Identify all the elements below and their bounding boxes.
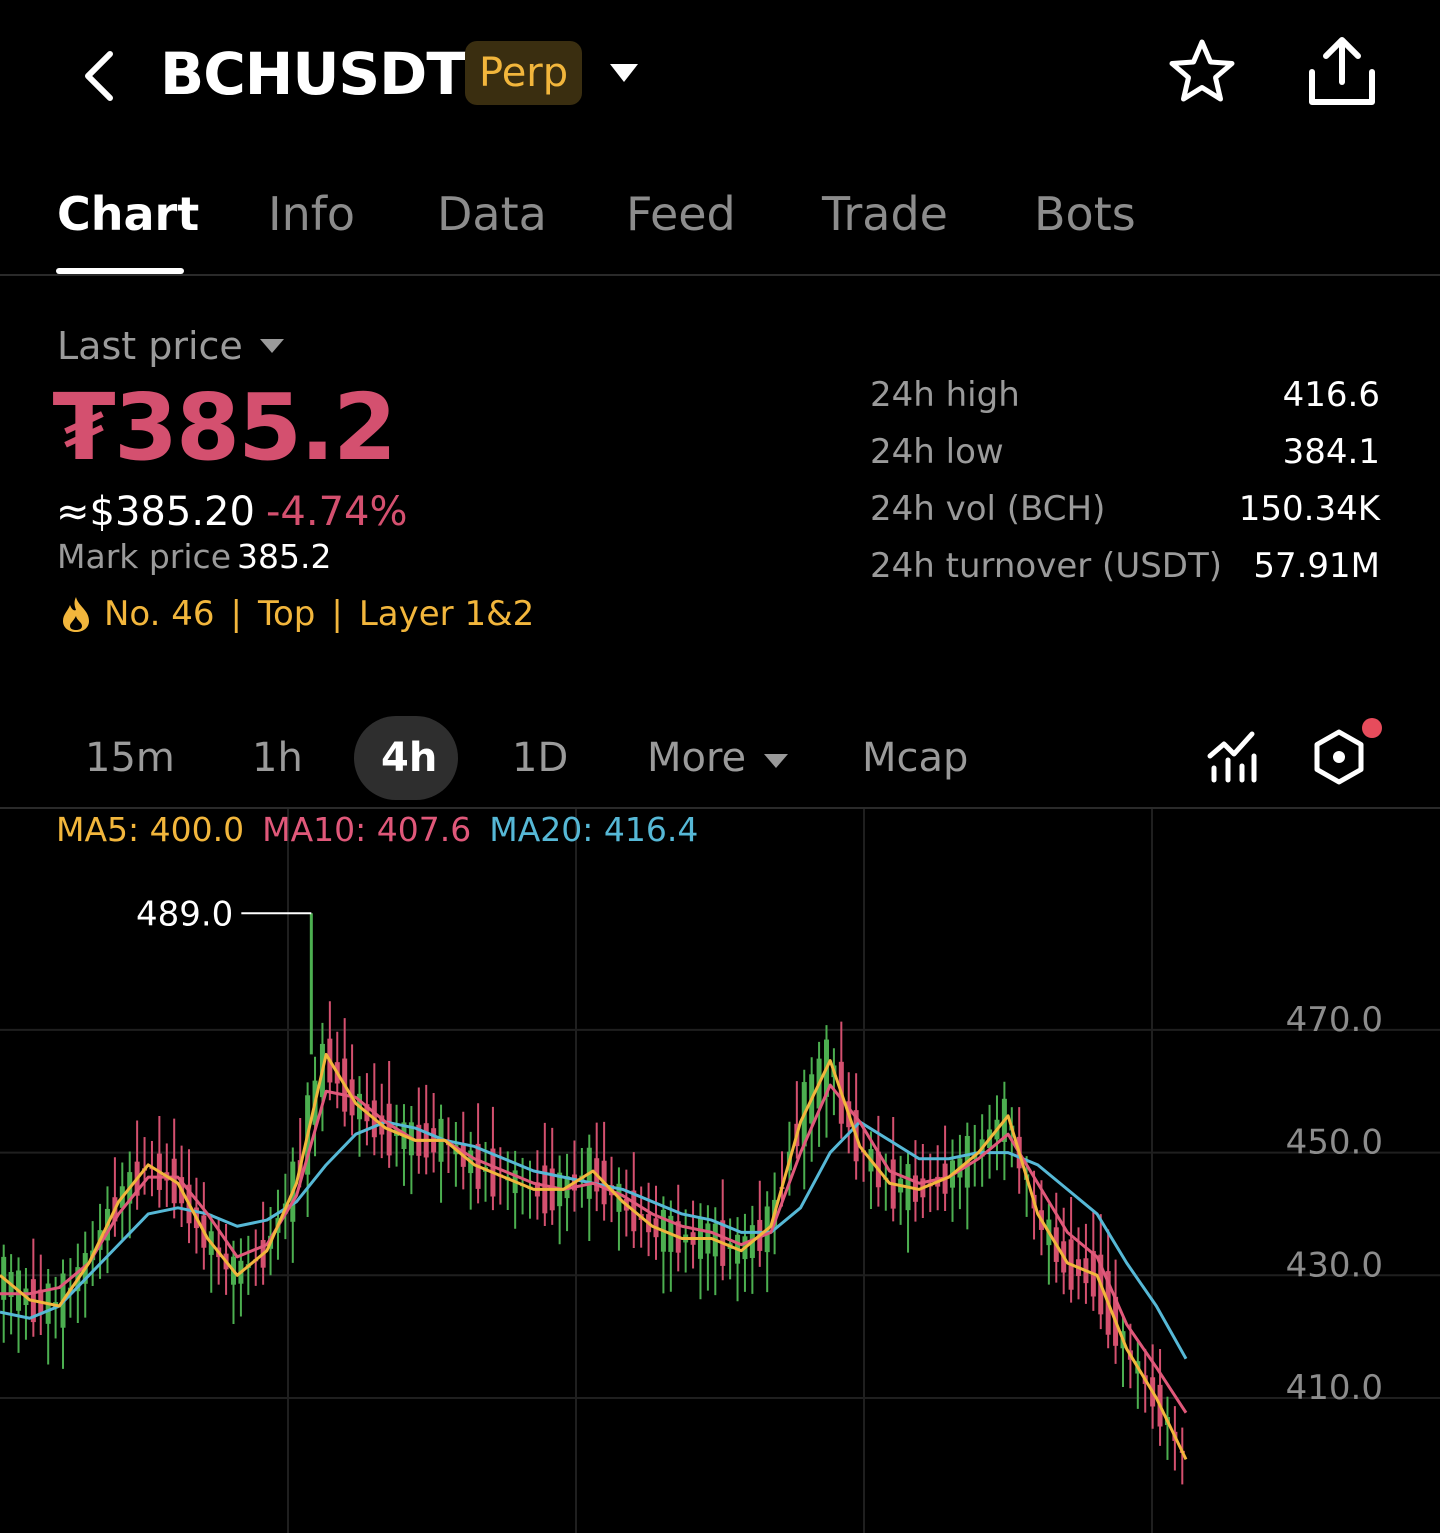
tab-data[interactable]: Data [437,186,547,242]
stat-value-volume: 150.34K [1238,489,1380,529]
caret-down-icon[interactable] [762,751,790,771]
last-price-label[interactable]: Last price [57,322,243,370]
hexagon-settings-icon [1314,729,1364,785]
back-button[interactable] [76,40,126,110]
interval-1d[interactable]: 1D [512,734,568,782]
mark-price-label: Mark price [57,537,231,576]
tab-feed[interactable]: Feed [626,186,736,242]
interval-mcap[interactable]: Mcap [862,734,968,782]
ma5-label: MA5: 400.0 [56,810,245,849]
usd-price: ≈$385.20 [56,489,255,535]
tabs-divider [0,274,1440,276]
symbol-title[interactable]: BCHUSDT [160,36,466,112]
ma20-label: MA20: 416.4 [489,810,699,849]
tags-row: No. 46 | Top | Layer 1&2 [58,592,534,636]
y-axis-label: 450.0 [1286,1123,1383,1163]
ma10-line [0,1083,1188,1414]
star-outline-icon [1169,39,1235,102]
ma20-line [0,1120,1188,1360]
share-icon [1309,37,1375,105]
stat-value-turnover: 57.91M [1253,546,1380,586]
interval-1h[interactable]: 1h [252,734,303,782]
share-button[interactable] [1302,34,1382,110]
stat-label-high: 24h high [870,375,1020,415]
last-price-value: ₮385.2 [52,374,397,481]
indicator-button[interactable] [1204,726,1264,786]
stat-label-low: 24h low [870,432,1004,472]
caret-down-icon [610,64,638,82]
candlestick-chart[interactable]: 470.0 450.0 430.0 410.0 489.0 [0,809,1440,1533]
y-axis-label: 430.0 [1286,1245,1383,1285]
favorite-button[interactable] [1164,34,1240,110]
tag-separator: | [331,594,343,634]
top-tag[interactable]: Top [258,592,315,636]
stat-value-high: 416.6 [1282,375,1380,415]
max-annotation-label: 489.0 [136,894,233,934]
chevron-left-icon [85,51,113,101]
notification-dot [1362,718,1382,738]
ma10-label: MA10: 407.6 [262,810,472,849]
stat-value-low: 384.1 [1282,432,1380,472]
ma-legend: MA5: 400.0 MA10: 407.6 MA20: 416.4 [56,810,698,850]
stat-label-volume: 24h vol (BCH) [870,489,1106,529]
chart-indicator-icon [1207,731,1257,783]
rank-tag[interactable]: No. 46 [104,592,215,636]
chart-settings-button[interactable] [1306,724,1372,790]
caret-down-icon[interactable] [258,336,286,356]
tab-trade[interactable]: Trade [822,186,948,242]
interval-4h[interactable]: 4h [381,734,437,782]
interval-more[interactable]: More [647,734,746,782]
mark-price-value: 385.2 [237,537,332,576]
tab-info[interactable]: Info [268,186,355,242]
symbol-dropdown-button[interactable] [604,56,644,90]
tab-chart[interactable]: Chart [57,186,199,242]
interval-15m[interactable]: 15m [85,734,175,782]
y-axis-label: 470.0 [1286,1000,1383,1040]
y-axis-label: 410.0 [1286,1368,1383,1408]
flame-icon [63,597,89,632]
price-change-percent: -4.74% [266,489,408,535]
layer-tag[interactable]: Layer 1&2 [359,592,534,636]
stat-label-turnover: 24h turnover (USDT) [870,546,1223,586]
tab-bots[interactable]: Bots [1034,186,1136,242]
contract-type-badge: Perp [465,41,583,105]
tag-separator: | [230,594,242,634]
